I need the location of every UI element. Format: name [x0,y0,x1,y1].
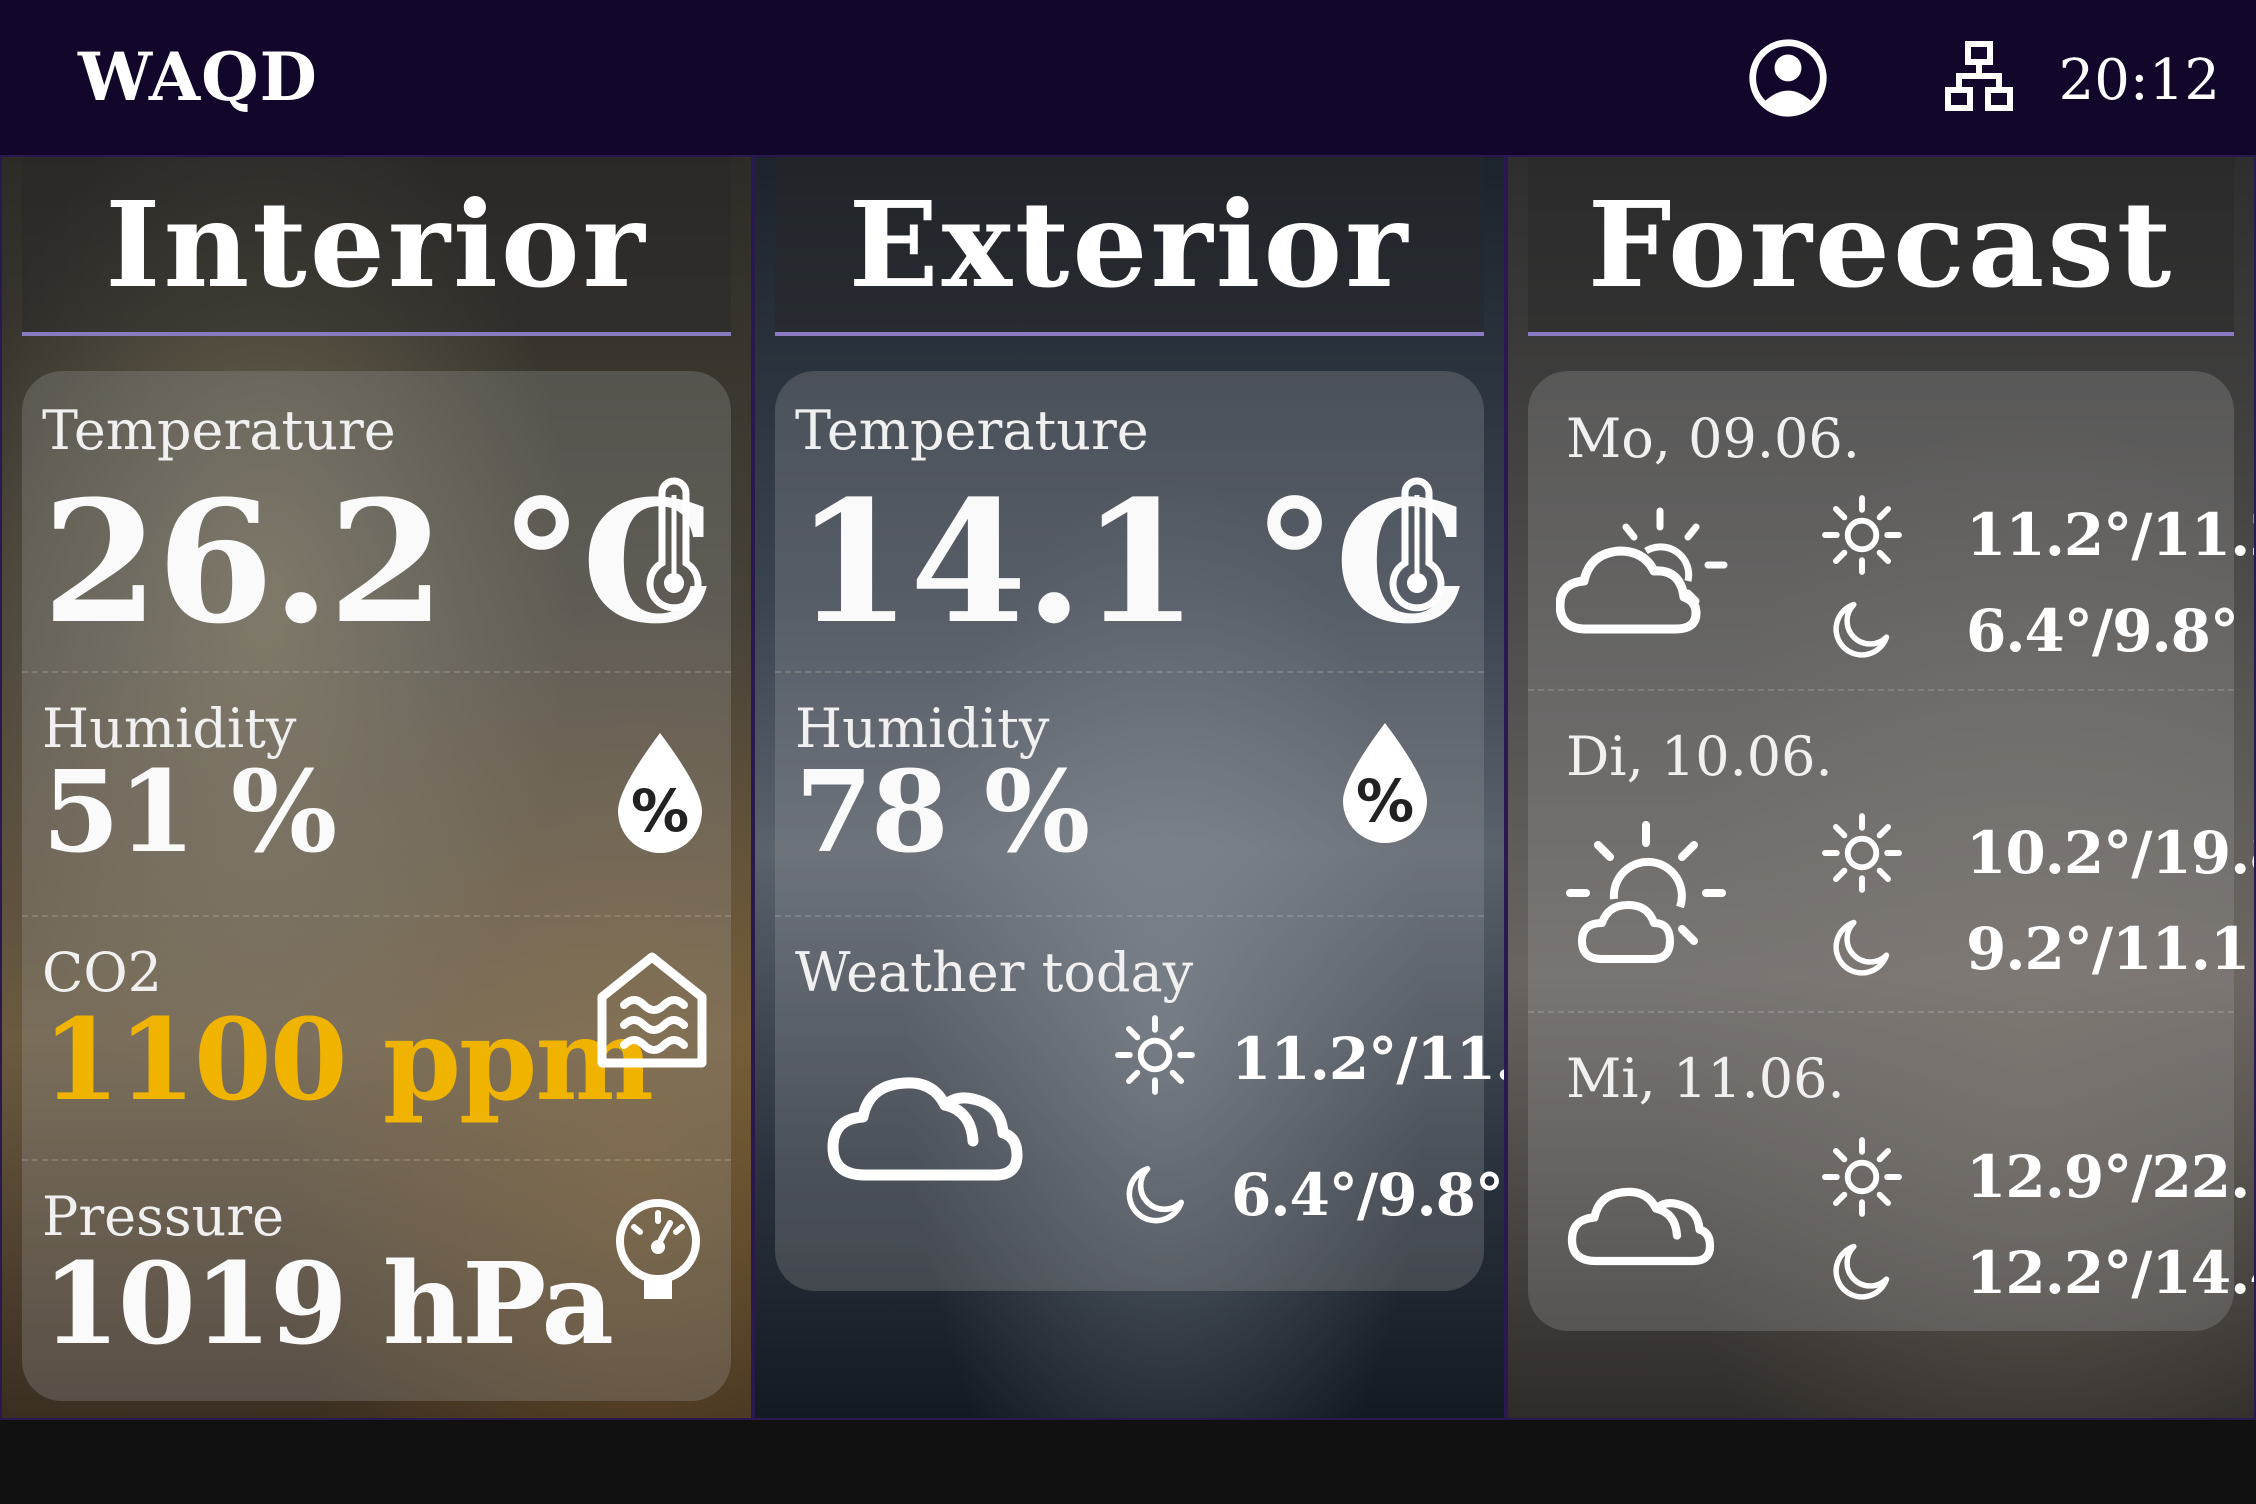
interior-pressure-row: Pressure 1019 hPa [22,1159,731,1401]
forecast-card: Mo, 09.06. 11.2°/11.2° 6.4°/9.8° Di, 10.… [1528,371,2254,1331]
interior-column: Interior Temperature 26.2 °C Humidity 51… [0,155,753,1420]
thermometer-icon [1387,475,1447,615]
exterior-temperature-value: 14.1 °C [795,463,1468,661]
forecast-title: Forecast [1528,157,2234,336]
moon-icon [1121,1159,1191,1229]
forecast-date: Mi, 11.06. [1566,1047,1845,1110]
forecast-day-temp: 10.2°/19.8° [1966,819,2254,887]
app-brand: WAQD [78,38,318,116]
exterior-humidity-row: Humidity 78 % [775,671,1484,917]
cloudy-icon [825,1055,1025,1195]
exterior-temperature-label: Temperature [795,399,1149,462]
air-quality-house-icon [597,952,707,1068]
cloudy-icon [1566,1171,1716,1276]
moon-icon [1828,1237,1896,1305]
forecast-night-temp: 9.2°/11.1° [1966,915,2256,983]
partly-sunny-icon [1566,821,1726,963]
interior-co2-value: 1100 ppm [42,995,654,1126]
sun-icon [1820,493,1904,577]
sun-icon [1113,1013,1197,1097]
thermometer-icon [644,475,704,615]
exterior-column: Exterior Temperature 14.1 °C Humidity 78… [753,155,1506,1420]
interior-temperature-label: Temperature [42,399,396,462]
partly-cloudy-icon [1556,507,1728,634]
forecast-day: Di, 10.06. 10.2°/19.8° 9.2°/11.1° [1528,689,2254,1013]
interior-humidity-row: Humidity 51 % [22,671,731,917]
interior-temperature-value: 26.2 °C [42,463,715,661]
forecast-day-temp: 11.2°/11.2° [1966,501,2254,569]
clock-time: 20:12 [2058,48,2220,113]
account-circle-icon[interactable] [1746,36,1830,124]
interior-title: Interior [22,157,731,336]
forecast-night-temp: 6.4°/9.8° [1966,597,2239,665]
interior-pressure-value: 1019 hPa [42,1239,614,1370]
sun-icon [1820,1135,1904,1219]
exterior-humidity-value: 78 % [795,747,1090,878]
exterior-weather-today-row: Weather today 11.2°/11.2° 6.4°/9.8° [775,915,1504,1291]
humidity-drop-icon [610,727,710,857]
moon-icon [1828,913,1896,981]
exterior-title: Exterior [775,157,1484,336]
forecast-day-temp: 12.9°/22.1° [1966,1143,2254,1211]
moon-icon [1828,595,1896,663]
forecast-day: Mo, 09.06. 11.2°/11.2° 6.4°/9.8° [1528,371,2254,691]
forecast-day: Mi, 11.06. 12.9°/22.1° 12.2°/14.4° [1528,1011,2254,1331]
interior-co2-row: CO2 1100 ppm [22,915,731,1161]
interior-temperature-row: Temperature 26.2 °C [22,371,731,673]
humidity-drop-icon [1335,717,1435,847]
top-bar: WAQD 20:12 [0,0,2256,155]
interior-card: Temperature 26.2 °C Humidity 51 % CO2 11… [22,371,731,1401]
sun-icon [1820,811,1904,895]
weather-today-label: Weather today [795,941,1194,1004]
bottom-bar [0,1420,2256,1504]
weather-today-night-temp: 6.4°/9.8° [1231,1161,1504,1229]
interior-humidity-value: 51 % [42,747,337,878]
forecast-column: Forecast Mo, 09.06. 11.2°/11.2° 6.4°/9.8… [1506,155,2256,1420]
forecast-night-temp: 12.2°/14.4° [1966,1239,2254,1307]
forecast-date: Di, 10.06. [1566,725,1833,788]
gauge-icon [616,1199,700,1299]
exterior-temperature-row: Temperature 14.1 °C [775,371,1484,673]
network-icon[interactable] [1944,40,2014,118]
exterior-card: Temperature 14.1 °C Humidity 78 % Weathe… [775,371,1504,1291]
forecast-date: Mo, 09.06. [1566,407,1860,470]
weather-today-day-temp: 11.2°/11.2° [1231,1025,1504,1093]
